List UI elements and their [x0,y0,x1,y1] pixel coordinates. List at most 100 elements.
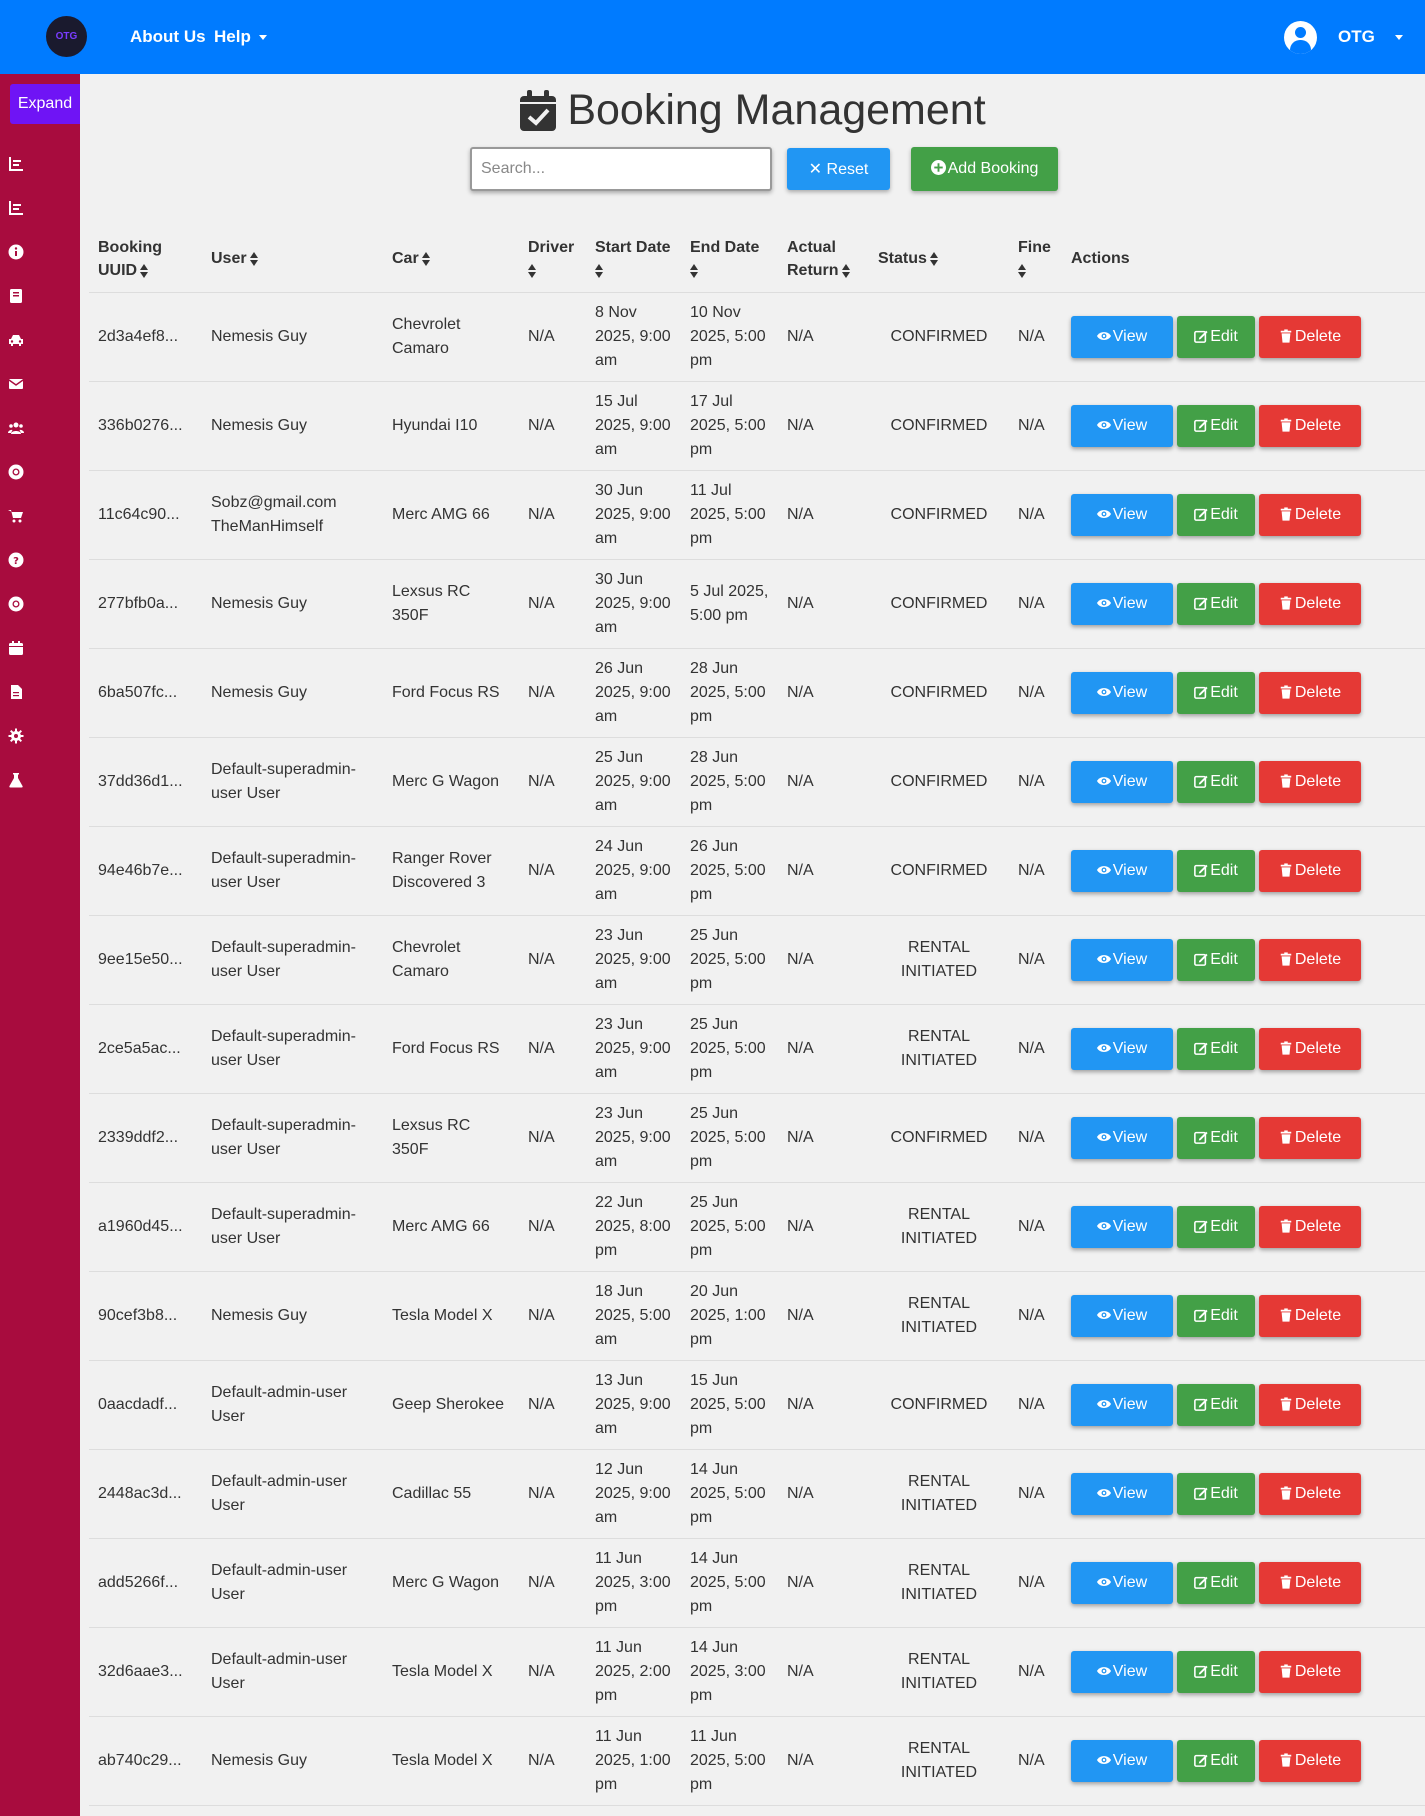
edit-icon [1194,506,1210,523]
edit-button[interactable]: Edit [1177,1739,1255,1782]
delete-button[interactable]: Delete [1259,1294,1361,1337]
delete-button[interactable]: Delete [1259,938,1361,981]
edit-button[interactable]: Edit [1177,1650,1255,1693]
chart-bar-icon[interactable] [8,156,26,174]
cart-icon[interactable] [8,508,26,526]
delete-button[interactable]: Delete [1259,493,1361,536]
view-button[interactable]: View [1071,493,1173,536]
car-icon[interactable] [8,332,26,350]
view-button[interactable]: View [1071,671,1173,714]
sort-icon[interactable] [841,263,851,278]
edit-button[interactable]: Edit [1177,1561,1255,1604]
delete-button[interactable]: Delete [1259,1650,1361,1693]
user-avatar-icon[interactable] [1284,21,1317,54]
envelope-icon[interactable] [8,376,26,394]
header-fine[interactable]: Fine [1009,226,1062,293]
header-booking-uuid[interactable]: Booking UUID [89,226,202,293]
delete-button[interactable]: Delete [1259,315,1361,358]
delete-button[interactable]: Delete [1259,671,1361,714]
users-icon[interactable] [8,420,26,438]
view-button[interactable]: View [1071,1383,1173,1426]
header-driver[interactable]: Driver [519,226,586,293]
header-end-date[interactable]: End Date [681,226,778,293]
header-actual-return[interactable]: Actual Return [778,226,869,293]
header-start-date[interactable]: Start Date [586,226,681,293]
view-button[interactable]: View [1071,1205,1173,1248]
edit-button[interactable]: Edit [1177,938,1255,981]
edit-button[interactable]: Edit [1177,493,1255,536]
view-button[interactable]: View [1071,404,1173,447]
sort-icon[interactable] [421,252,431,267]
life-ring-icon[interactable] [8,464,26,482]
chevron-down-icon[interactable] [1395,35,1403,40]
cell-car: Geep Sherokee [383,1360,519,1450]
cell-end-date: 20 Jun 2025, 1:00 pm [681,1271,778,1361]
search-input[interactable] [470,147,772,191]
view-button[interactable]: View [1071,1116,1173,1159]
edit-button[interactable]: Edit [1177,1383,1255,1426]
life-ring-icon[interactable] [8,596,26,614]
delete-button[interactable]: Delete [1259,1561,1361,1604]
view-button[interactable]: View [1071,1739,1173,1782]
view-button[interactable]: View [1071,1561,1173,1604]
trash-icon [1279,1218,1295,1235]
delete-button[interactable]: Delete [1259,1116,1361,1159]
nav-about-us[interactable]: About Us [130,27,206,47]
sort-icon[interactable] [690,263,699,278]
brand-logo[interactable]: OTG [46,16,87,57]
chart-bar-icon[interactable] [8,200,26,218]
edit-button[interactable]: Edit [1177,315,1255,358]
edit-button[interactable]: Edit [1177,404,1255,447]
edit-button[interactable]: Edit [1177,582,1255,625]
book-icon[interactable] [8,288,26,306]
sort-icon[interactable] [595,263,604,278]
header-status[interactable]: Status [869,226,1009,293]
nav-help-dropdown[interactable]: Help [214,27,267,47]
sort-icon[interactable] [929,252,939,267]
add-booking-button[interactable]: Add Booking [911,147,1058,191]
view-button[interactable]: View [1071,1294,1173,1337]
view-button[interactable]: View [1071,1472,1173,1515]
delete-button[interactable]: Delete [1259,849,1361,892]
edit-button[interactable]: Edit [1177,760,1255,803]
view-button[interactable]: View [1071,938,1173,981]
delete-button[interactable]: Delete [1259,1739,1361,1782]
delete-button[interactable]: Delete [1259,1027,1361,1070]
view-button[interactable]: View [1071,1027,1173,1070]
delete-button[interactable]: Delete [1259,404,1361,447]
view-button[interactable]: View [1071,1650,1173,1693]
view-button[interactable]: View [1071,582,1173,625]
sort-icon[interactable] [140,263,149,278]
edit-button[interactable]: Edit [1177,1472,1255,1515]
svg-text:?: ? [13,556,19,567]
edit-button[interactable]: Edit [1177,849,1255,892]
question-icon[interactable]: ? [8,552,26,570]
edit-button[interactable]: Edit [1177,1116,1255,1159]
user-menu-label[interactable]: OTG [1338,27,1375,47]
sort-icon[interactable] [1018,263,1027,278]
gear-icon[interactable] [8,728,26,746]
header-user[interactable]: User [202,226,383,293]
delete-button[interactable]: Delete [1259,1383,1361,1426]
delete-button[interactable]: Delete [1259,1472,1361,1515]
delete-button[interactable]: Delete [1259,1205,1361,1248]
view-button[interactable]: View [1071,760,1173,803]
info-icon[interactable] [8,244,26,262]
file-icon[interactable] [8,684,26,702]
header-car[interactable]: Car [383,226,519,293]
edit-button[interactable]: Edit [1177,1027,1255,1070]
delete-button[interactable]: Delete [1259,760,1361,803]
sort-icon[interactable] [528,263,537,278]
edit-button[interactable]: Edit [1177,1205,1255,1248]
reset-button[interactable]: ✕ Reset [787,148,890,190]
delete-button[interactable]: Delete [1259,582,1361,625]
flask-icon[interactable] [8,772,26,790]
sort-icon[interactable] [249,252,259,267]
cell-user: Default-admin-user User [202,1538,383,1628]
view-button[interactable]: View [1071,315,1173,358]
view-button[interactable]: View [1071,849,1173,892]
edit-button[interactable]: Edit [1177,671,1255,714]
edit-button[interactable]: Edit [1177,1294,1255,1337]
cell-status: CONFIRMED [869,559,1009,649]
calendar-icon[interactable] [8,640,26,658]
